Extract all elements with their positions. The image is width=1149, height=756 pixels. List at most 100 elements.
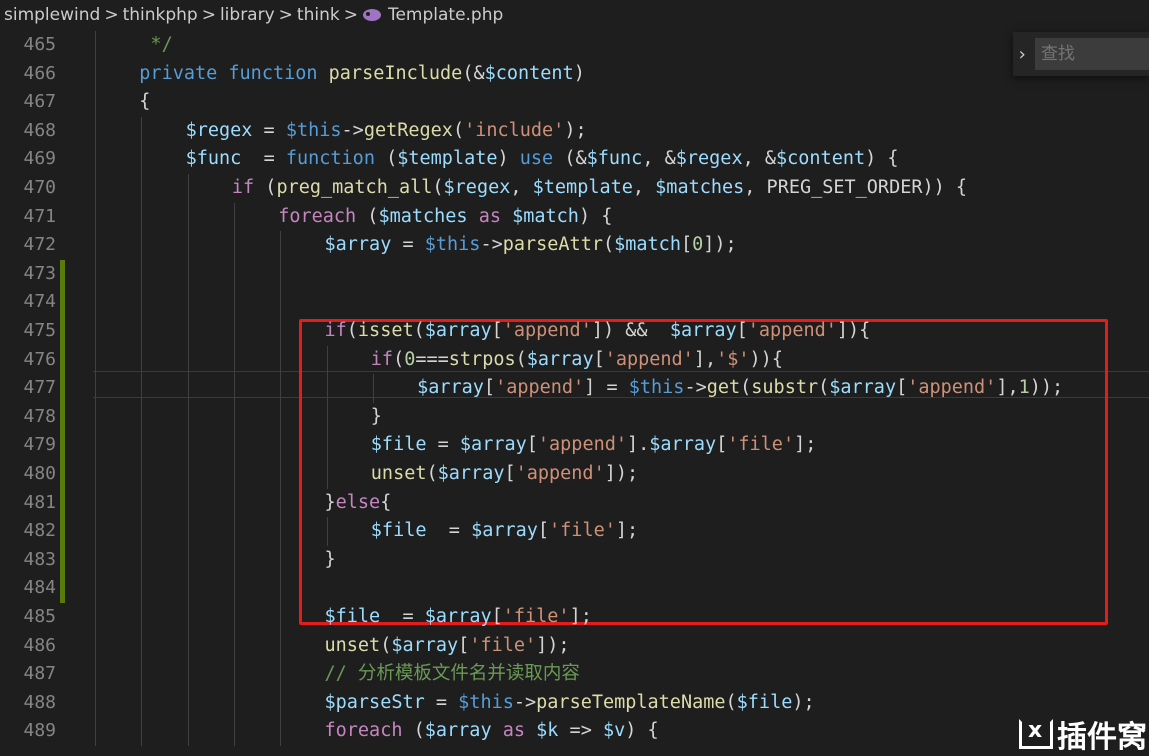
code-line[interactable]: 473 <box>0 259 1149 289</box>
code-line[interactable]: 468 $regex = $this->getRegex('include'); <box>0 116 1149 146</box>
code-token: $array <box>424 320 492 341</box>
code-line[interactable]: 481}else{ <box>0 488 1149 518</box>
code-text: $file = $array['append'].$array['file']; <box>371 431 817 460</box>
code-line[interactable]: 474 <box>0 288 1149 317</box>
code-token: else <box>335 491 381 513</box>
code-line[interactable]: 465 */ <box>0 31 1149 60</box>
code-line[interactable]: 479 $file = $array['append'].$array['file… <box>0 431 1149 460</box>
code-line[interactable]: 472 $array = $this->parseAttr($match[0]); <box>0 231 1149 260</box>
code-token: ( <box>740 377 752 399</box>
line-number: 488 <box>23 691 56 713</box>
code-editor[interactable]: 465 */466 private function parseInclude(&… <box>0 30 1149 752</box>
code-token: ) { <box>625 720 659 742</box>
code-token: $func <box>185 148 242 170</box>
code-token: ( <box>346 320 358 341</box>
code-token: ( <box>432 177 444 198</box>
code-token: ( <box>393 348 405 370</box>
code-line[interactable]: 482 $file = $array['file']; <box>0 517 1149 546</box>
indent-guide <box>141 603 143 632</box>
indent-guide <box>187 517 189 546</box>
code-line[interactable]: 466 private function parseInclude(&$conte… <box>0 59 1149 89</box>
code-token: $file <box>370 520 427 542</box>
code-token: if <box>370 348 394 370</box>
code-token: [ <box>896 377 908 399</box>
indent-guide <box>141 431 143 460</box>
code-token: ( <box>602 234 615 256</box>
code-line[interactable]: 483} <box>0 545 1149 575</box>
line-number: 480 <box>23 463 56 484</box>
indent-guide <box>187 402 189 432</box>
modified-gutter-mark <box>60 431 65 460</box>
code-line[interactable]: 484 <box>0 574 1149 603</box>
indent-guide <box>141 402 143 432</box>
code-token: ], <box>996 377 1019 399</box>
chevron-right-icon: > <box>201 5 216 25</box>
indent-guide <box>141 174 143 203</box>
line-number: 486 <box>23 634 56 656</box>
indent-guide <box>141 288 143 317</box>
indent-guide <box>141 688 143 718</box>
indent-guide <box>233 374 235 403</box>
breadcrumb-item-simplewind[interactable]: simplewind <box>0 5 100 25</box>
indent-guide <box>95 288 96 317</box>
code-token: function <box>285 148 375 170</box>
code-line[interactable]: 469 $func = function ($template) use (&$f… <box>0 145 1149 174</box>
code-line[interactable]: 476 if(0===strpos($array['append'],'$')){ <box>0 345 1149 375</box>
code-token: [ <box>736 320 748 341</box>
line-number: 466 <box>23 62 56 84</box>
code-text: private function parseInclude(&$content) <box>139 60 585 89</box>
code-token: $regex <box>185 119 253 141</box>
code-token: */ <box>139 34 173 55</box>
code-line[interactable]: 488 $parseStr = $this->parseTemplateName(… <box>0 688 1149 718</box>
indent-guide <box>95 603 96 632</box>
indent-guide <box>141 545 143 575</box>
code-line[interactable]: 477 $array['append'] = $this->get(substr(… <box>0 374 1149 403</box>
code-token: ) { <box>865 148 899 170</box>
code-text: $file = $array['file']; <box>371 517 638 546</box>
code-line[interactable]: 475 if(isset($array['append']) && $array[… <box>0 317 1149 346</box>
code-text: $array = $this->parseAttr($match[0]); <box>325 231 737 260</box>
breadcrumb-item-library[interactable]: library <box>220 5 275 25</box>
indent-guide <box>95 145 96 174</box>
code-token: 'append' <box>515 463 605 484</box>
code-token: $array <box>324 234 392 256</box>
code-token: $array <box>471 520 538 542</box>
indent-guide <box>187 488 189 518</box>
code-token: $regex <box>675 148 743 170</box>
code-line[interactable]: 471 foreach ($matches as $match) { <box>0 202 1149 232</box>
code-line[interactable]: 480 unset($array['append']); <box>0 460 1149 489</box>
code-token: 'append' <box>537 434 627 456</box>
code-token: if <box>231 177 255 198</box>
code-token: $matches <box>655 177 745 198</box>
indent-guide <box>280 374 282 403</box>
line-number: 475 <box>23 320 56 341</box>
find-input[interactable] <box>1035 38 1149 70</box>
code-line[interactable]: 486 unset($array['file']); <box>0 631 1149 661</box>
indent-guide <box>233 574 235 603</box>
indent-guide <box>280 317 282 346</box>
indent-guide <box>95 88 96 117</box>
code-token: ( <box>374 148 398 170</box>
code-token: ( <box>356 205 379 227</box>
code-token: ( <box>818 377 830 399</box>
code-token: 'append' <box>907 377 997 399</box>
indent-guide <box>280 488 282 518</box>
code-line[interactable]: 478} <box>0 402 1149 432</box>
breadcrumb-item-think[interactable]: think <box>297 5 340 25</box>
code-line[interactable]: 470 if (preg_match_all($regex, $template,… <box>0 174 1149 203</box>
code-line[interactable]: 485 $file = $array['file']; <box>0 603 1149 632</box>
chevron-right-icon[interactable]: › <box>1013 44 1031 65</box>
indent-guide <box>280 460 282 489</box>
code-token: ( <box>380 634 392 656</box>
breadcrumb-item-thinkphp[interactable]: thinkphp <box>123 5 198 25</box>
breadcrumb-file-name[interactable]: Template.php <box>388 5 503 25</box>
indent-guide <box>95 202 96 232</box>
code-line[interactable]: 467 { <box>0 88 1149 117</box>
code-token: get <box>706 377 741 399</box>
code-line[interactable]: 487 // 分析模板文件名并读取内容 <box>0 660 1149 689</box>
code-line[interactable]: 489 foreach ($array as $k => $v) { <box>0 717 1149 746</box>
code-token: [ <box>483 377 496 399</box>
code-token: ]; <box>615 520 639 542</box>
